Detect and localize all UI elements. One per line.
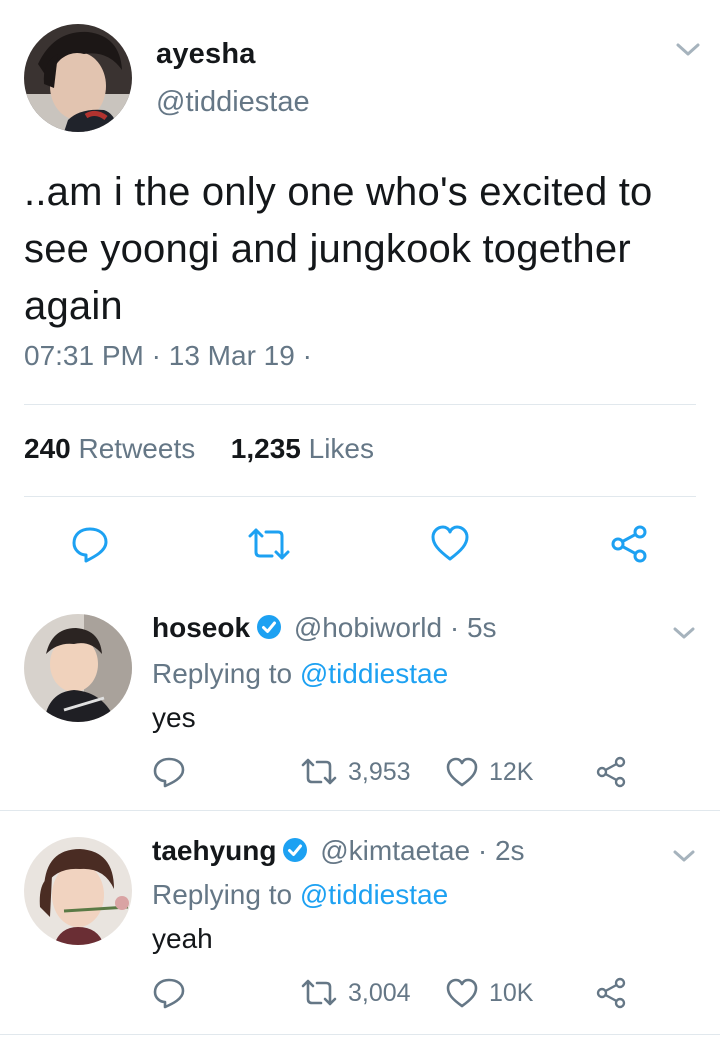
like-button[interactable] <box>430 524 470 569</box>
tweet-meta: 07:31 PM · 13 Mar 19 · <box>24 340 312 372</box>
retweet-button[interactable]: 3,953 <box>300 756 411 788</box>
tweet-text: ..am i the only one who's excited to see… <box>24 170 653 328</box>
retweet-icon <box>301 979 337 1006</box>
avatar-ayesha[interactable] <box>24 24 132 132</box>
display-name[interactable]: taehyung <box>152 835 276 866</box>
verified-badge-icon <box>257 615 282 639</box>
replying-handle-link[interactable]: @tiddiestae <box>300 879 448 910</box>
like-icon <box>446 978 478 1008</box>
share-button[interactable] <box>594 977 638 1009</box>
meta-separator: · <box>302 340 312 371</box>
replying-to: Replying to @tiddiestae <box>152 879 448 911</box>
user-handle[interactable]: @kimtaetae <box>320 835 470 866</box>
likes-label: Likes <box>308 433 375 464</box>
reply-icon <box>153 978 185 1009</box>
reply-icon <box>153 757 185 788</box>
reply-tweet[interactable]: hoseok @hobiworld · 5s Replying to @tidd… <box>0 586 720 810</box>
main-tweet: ayesha @tiddiestae ..am i the only one w… <box>0 0 720 586</box>
chevron-down-icon[interactable] <box>672 849 696 868</box>
retweet-icon <box>301 758 337 785</box>
divider <box>0 1034 720 1035</box>
avatar-hoseok[interactable] <box>24 614 132 722</box>
retweets-stat[interactable]: 240 Retweets <box>24 433 195 464</box>
like-count: 12K <box>489 757 534 786</box>
tweet-time: 07:31 PM <box>24 340 144 371</box>
reply-header: hoseok @hobiworld · 5s <box>152 612 497 644</box>
user-handle[interactable]: @tiddiestae <box>156 86 310 119</box>
reply-time: · 2s <box>477 835 525 866</box>
reply-text: yes <box>152 702 196 733</box>
reply-time: · 5s <box>449 612 497 643</box>
like-icon <box>431 525 469 561</box>
likes-count: 1,235 <box>230 433 301 464</box>
like-icon <box>446 757 478 787</box>
share-button[interactable] <box>608 524 650 569</box>
retweet-button[interactable] <box>246 524 292 569</box>
user-handle[interactable]: @hobiworld <box>294 612 442 643</box>
display-name[interactable]: hoseok <box>152 612 250 643</box>
retweet-button[interactable]: 3,004 <box>300 977 411 1009</box>
tweet-stats: 240 Retweets 1,235 Likes <box>24 433 374 465</box>
divider <box>24 404 696 405</box>
replying-handle-link[interactable]: @tiddiestae <box>300 658 448 689</box>
share-icon <box>596 756 626 788</box>
reply-icon <box>72 527 108 563</box>
reply-text: yeah <box>152 923 213 954</box>
reply-tweet[interactable]: taehyung @kimtaetae · 2s Replying to @ti… <box>0 811 720 1035</box>
tweet-date: 13 Mar 19 <box>168 340 295 371</box>
share-icon <box>596 977 626 1009</box>
chevron-down-icon[interactable] <box>675 42 701 63</box>
chevron-down-icon[interactable] <box>672 626 696 645</box>
replying-prefix: Replying to <box>152 879 293 910</box>
like-count: 10K <box>489 978 534 1007</box>
like-button[interactable]: 12K <box>445 756 533 788</box>
display-name[interactable]: ayesha <box>156 38 256 71</box>
retweet-count: 3,953 <box>348 757 411 786</box>
avatar-taehyung[interactable] <box>24 837 132 945</box>
meta-separator: · <box>151 340 161 371</box>
reply-button[interactable] <box>70 524 110 569</box>
retweet-count: 3,004 <box>348 978 411 1007</box>
reply-button[interactable] <box>152 977 196 1009</box>
replying-to: Replying to @tiddiestae <box>152 658 448 690</box>
reply-header: taehyung @kimtaetae · 2s <box>152 835 525 867</box>
share-icon <box>611 525 647 563</box>
replying-prefix: Replying to <box>152 658 293 689</box>
retweet-icon <box>248 528 290 560</box>
retweets-label: Retweets <box>78 433 196 464</box>
share-button[interactable] <box>594 756 638 788</box>
retweets-count: 240 <box>24 433 71 464</box>
verified-badge-icon <box>283 838 308 862</box>
like-button[interactable]: 10K <box>445 977 533 1009</box>
reply-button[interactable] <box>152 756 196 788</box>
divider <box>24 496 696 497</box>
likes-stat[interactable]: 1,235 Likes <box>231 433 374 464</box>
